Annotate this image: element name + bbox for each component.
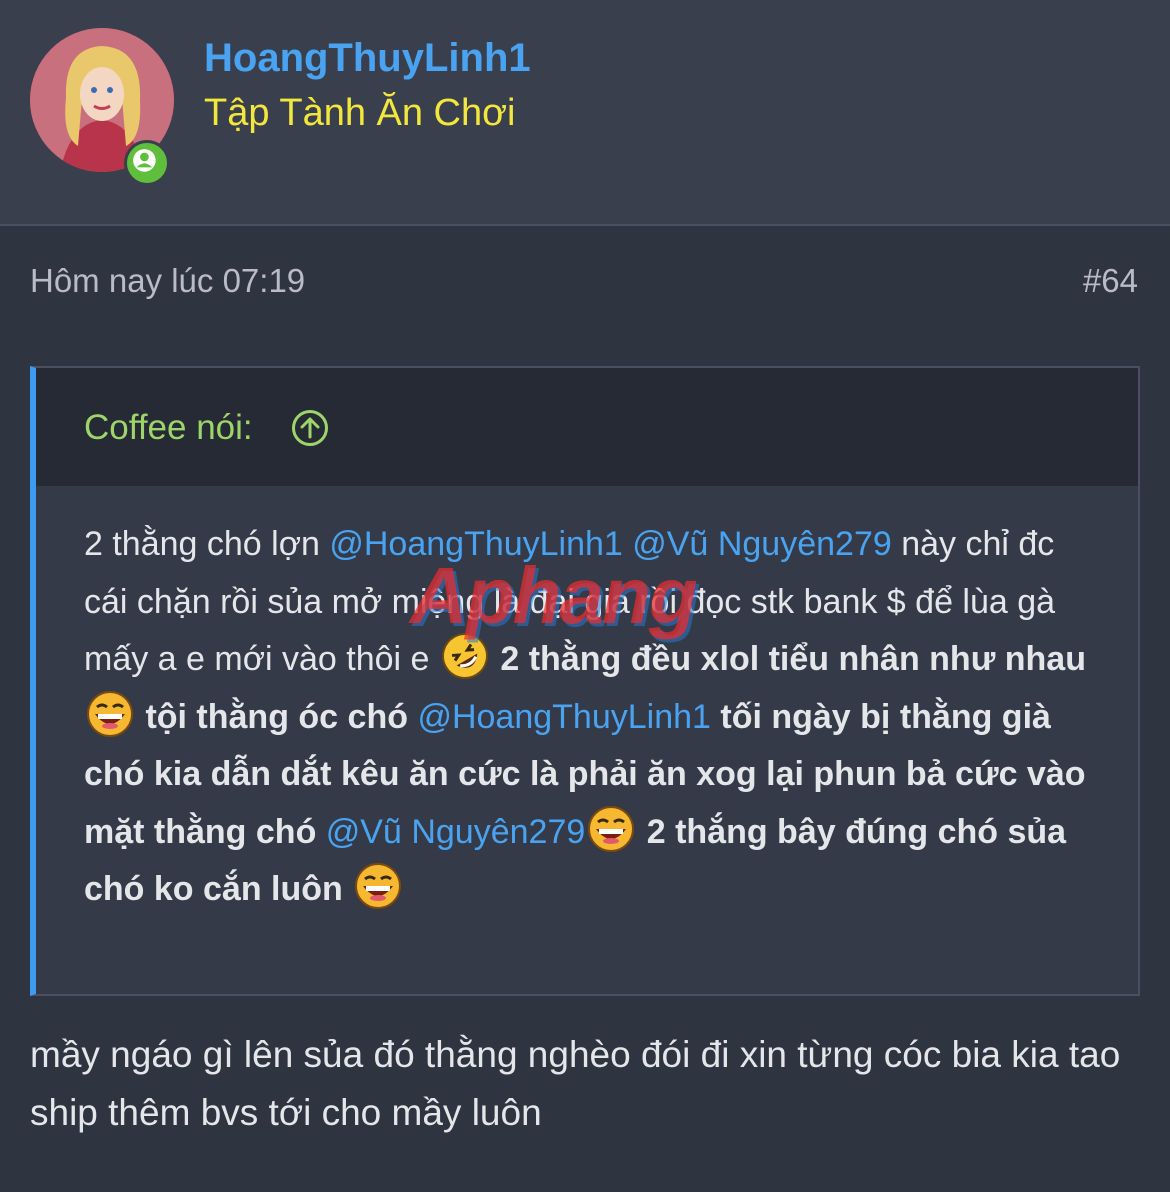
username-link[interactable]: HoangThuyLinh1 (204, 36, 531, 81)
quote-text-segment (623, 525, 632, 563)
quote-block: Coffee nói: 2 thằng chó lợn @HoangThuyLi… (30, 366, 1140, 996)
quote-text-segment: tội thằng óc chó (136, 697, 418, 736)
user-title: Tập Tành Ăn Chơi (204, 92, 516, 134)
quote-author-label[interactable]: Coffee nói: (84, 408, 253, 448)
laughing-emoji-icon (87, 690, 133, 737)
online-status-badge (124, 140, 170, 186)
post-number-link[interactable]: #64 (1083, 262, 1138, 300)
post-timestamp[interactable]: Hôm nay lúc 07:19 (30, 262, 305, 300)
quote-header: Coffee nói: (36, 368, 1138, 486)
mention-link[interactable]: @HoangThuyLinh1 (417, 698, 710, 736)
quote-text-segment: 2 thằng đều xlol tiểu nhân như nhau (490, 640, 1086, 678)
circle-arrow-up-icon[interactable] (290, 408, 330, 448)
rolling-laugh-emoji-icon (441, 633, 488, 679)
mention-link[interactable]: @Vũ Nguyên279 (632, 525, 891, 563)
user-header: HoangThuyLinh1 Tập Tành Ăn Chơi (0, 0, 1170, 226)
mention-link[interactable]: @HoangThuyLinh1 (329, 525, 622, 563)
quote-text: 2 thằng chó lợn @HoangThuyLinh1 @Vũ Nguy… (84, 516, 1094, 919)
online-user-icon (133, 149, 156, 172)
laughing-emoji-icon (355, 863, 402, 909)
post-message: mầy ngáo gì lên sủa đó thằng nghèo đói đ… (30, 1034, 1121, 1133)
mention-link[interactable]: @Vũ Nguyên279 (326, 813, 585, 851)
laughing-emoji-icon (588, 805, 635, 852)
quote-text-segment: 2 thằng chó lợn (84, 525, 330, 563)
